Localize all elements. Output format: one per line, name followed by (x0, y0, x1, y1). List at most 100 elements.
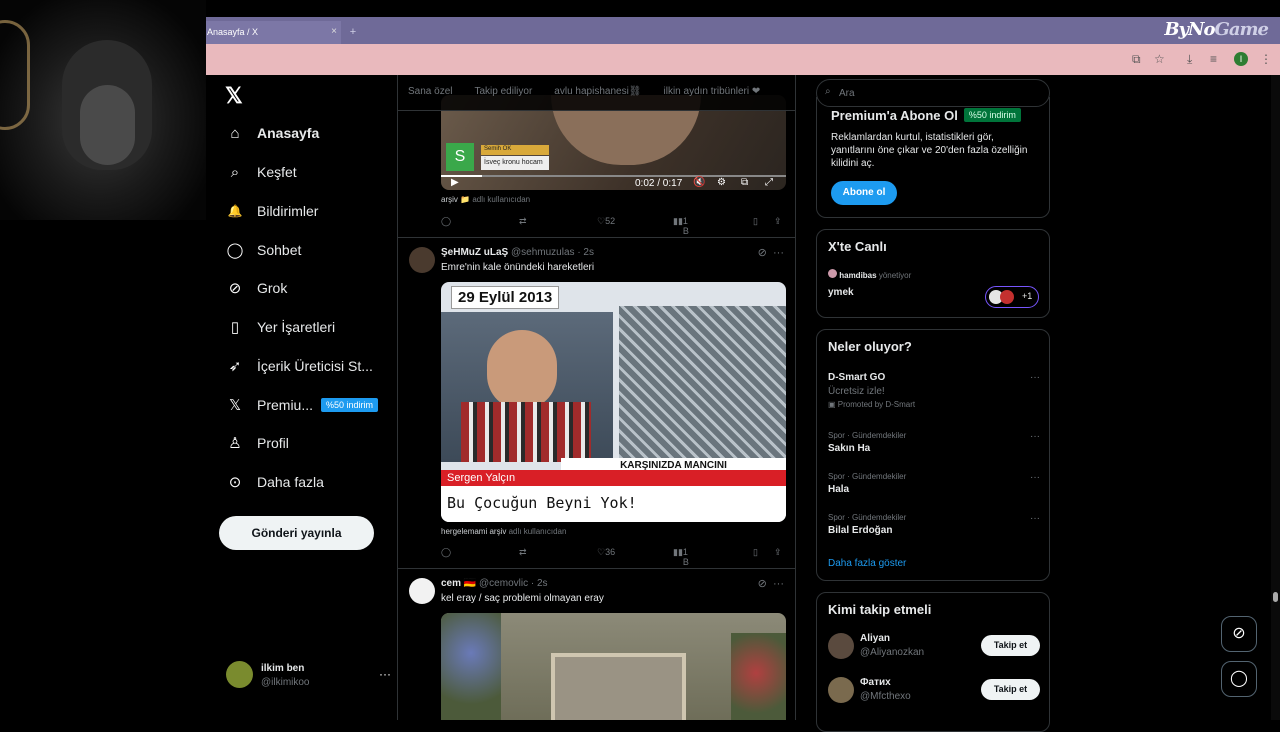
nav-explore[interactable]: ⌕ Keşfet (226, 157, 297, 187)
flowers-right (731, 633, 786, 720)
source-user[interactable]: arşiv 📁 (441, 195, 470, 204)
flowers-left (441, 613, 501, 720)
more-icon[interactable]: ··· (1030, 372, 1040, 383)
more-icon[interactable]: ··· (773, 578, 784, 590)
tab-following[interactable]: Takip ediliyor (474, 86, 532, 110)
like-button[interactable]: ♡ 36 (597, 547, 615, 558)
share-icon[interactable]: ⇪ (774, 547, 782, 558)
more-icon[interactable]: ··· (1030, 472, 1040, 483)
avatar[interactable] (409, 578, 435, 604)
x-logo-icon[interactable]: 𝕏 (225, 83, 243, 109)
tab-list-1[interactable]: avlu hapishanesi⛓ (554, 86, 641, 110)
nav-bookmarks[interactable]: ▯ Yer İşaretleri (226, 312, 335, 342)
grok-fab-icon[interactable]: ⊘ (1221, 616, 1257, 652)
profile-avatar-icon[interactable]: I (1234, 52, 1248, 66)
browser-menu-icon[interactable]: ⋮ (1260, 52, 1272, 66)
bookmark-icon[interactable]: ▯ (753, 547, 758, 558)
nav-label: Premiu... (257, 397, 314, 413)
bookmark-star-icon[interactable]: ☆ (1154, 52, 1165, 66)
post-time[interactable]: · 2s (577, 247, 594, 258)
share-icon[interactable]: ⇪ (774, 216, 782, 227)
source-line: arşiv 📁 adlı kullanıcıdan (441, 195, 530, 204)
source-user[interactable]: hergelemami arşiv (441, 527, 506, 536)
post-button[interactable]: Gönderi yayınla (219, 516, 374, 550)
nav-home[interactable]: ⌂ Anasayfa (226, 118, 319, 148)
premium-description: Reklamlardan kurtul, istatistikleri gör,… (831, 132, 1028, 169)
mute-icon[interactable]: 🔇 (693, 177, 705, 188)
post-image[interactable]: 29 Eylül 2013 KARŞINIZDA MANCINI Sergen … (441, 282, 786, 522)
repost-icon[interactable]: ⇄ (519, 547, 527, 558)
download-icon[interactable]: ⤓ (1187, 52, 1192, 67)
more-icon[interactable]: ··· (379, 667, 391, 681)
account-switcher[interactable]: ilkim ben @ilkimikoo ··· (226, 661, 391, 691)
post-tools: ⊘ ··· (758, 577, 784, 590)
follow-button[interactable]: Takip et (981, 635, 1040, 656)
author-handle[interactable]: @sehmuzulas (511, 247, 575, 258)
nav-more[interactable]: ⊙ Daha fazla (226, 467, 324, 497)
post-image[interactable] (441, 613, 786, 720)
reply-icon[interactable]: ◯ (441, 216, 451, 227)
promoted-text: Promoted by D-Smart (837, 400, 916, 409)
grok-icon[interactable]: ⊘ (758, 247, 767, 259)
author-name[interactable]: ŞeHMuZ uLaŞ (441, 247, 508, 258)
nav-notifications[interactable]: 🔔 Bildirimler (226, 196, 319, 226)
nav-grok[interactable]: ⊘ Grok (226, 273, 288, 303)
subscribe-button[interactable]: Abone ol (831, 181, 897, 205)
overlay-text: İsveç kronu hocam (481, 156, 549, 170)
views-button[interactable]: ▮▮ 1 B (673, 216, 689, 236)
media-control-icon[interactable]: ≡ (1210, 52, 1217, 66)
tab-list-2[interactable]: ilkin aydın tribünleri ❤ (664, 86, 761, 110)
trend-item[interactable]: D-Smart GO Ücretsiz izle! ▣ Promoted by … (828, 372, 1040, 409)
live-host-line[interactable]: hamdibas yönetiyor (828, 269, 911, 280)
tab-for-you[interactable]: Sana özel (408, 86, 452, 110)
install-app-icon[interactable]: ⧉ (1132, 52, 1141, 67)
play-icon[interactable]: ▶ (451, 177, 459, 188)
scrollbar-thumb[interactable] (1273, 592, 1278, 602)
messages-fab-icon[interactable]: ◯ (1221, 661, 1257, 697)
nav-profile[interactable]: ♙ Profil (226, 428, 289, 458)
author-handle[interactable]: @cemovlic (479, 578, 528, 589)
trend-item[interactable]: Spor · Gündemdekiler Bilal Erdoğan ··· (828, 513, 1040, 536)
fullscreen-icon[interactable]: ⤢ (765, 177, 773, 188)
home-icon: ⌂ (230, 124, 240, 142)
reply-icon[interactable]: ◯ (441, 547, 451, 558)
show-more-link[interactable]: Daha fazla göster (828, 558, 906, 569)
timeline-post[interactable]: ŞeHMuZ uLaŞ @sehmuzulas · 2s ⊘ ··· Emre'… (398, 238, 795, 569)
close-tab-icon[interactable]: × (331, 26, 337, 37)
more-icon[interactable]: ··· (773, 247, 784, 259)
author-name[interactable]: cem 🇩🇪 (441, 578, 476, 589)
post-time[interactable]: · 2s (531, 578, 548, 589)
trend-item[interactable]: Spor · Gündemdekiler Hala ··· (828, 472, 1040, 495)
pip-icon[interactable]: ⧉ (741, 177, 748, 188)
page-scrollbar[interactable] (1271, 75, 1280, 720)
studio-panel (441, 312, 613, 462)
premium-title: Premium'a Abone Ol %50 indirim (831, 108, 1021, 123)
follow-button[interactable]: Takip et (981, 679, 1040, 700)
suggestion-name: Фатих (860, 677, 891, 688)
person-icon: ♙ (228, 435, 242, 452)
trend-item[interactable]: Spor · Gündemdekiler Sakın Ha ··· (828, 431, 1040, 454)
bookmark-icon[interactable]: ▯ (753, 216, 758, 227)
discount-badge: %50 indirim (963, 108, 1021, 122)
follow-suggestion[interactable]: Фатих @Mfcthexo Takip et (828, 677, 1040, 707)
views-button[interactable]: ▮▮ 1 B (673, 547, 689, 567)
nav-creator-studio[interactable]: ➶ İçerik Üreticisi St... (226, 351, 373, 381)
trend-sub: Ücretsiz izle! (828, 386, 885, 397)
presenter-shirt (461, 402, 591, 462)
nav-chat[interactable]: ◯ Sohbet (226, 235, 302, 265)
more-icon[interactable]: ··· (1030, 513, 1040, 524)
browser-tab[interactable]: Anasayfa / X × (206, 21, 341, 44)
grok-icon[interactable]: ⊘ (758, 578, 767, 590)
nav-premium[interactable]: 𝕏 Premiu... %50 indirim (226, 390, 379, 420)
more-icon[interactable]: ··· (1030, 431, 1040, 442)
video-progress-bar[interactable] (441, 175, 786, 177)
settings-gear-icon[interactable]: ⚙ (717, 177, 726, 188)
new-tab-icon[interactable]: + (346, 25, 360, 39)
timeline-post[interactable]: cem 🇩🇪 @cemovlic · 2s ⊘ ··· kel eray / s… (398, 569, 795, 720)
avatar[interactable] (409, 247, 435, 273)
live-topic[interactable]: ymek (828, 287, 854, 298)
like-button[interactable]: ♡ 52 (597, 216, 615, 227)
follow-suggestion[interactable]: Aliyan @Aliyanozkan Takip et (828, 633, 1040, 663)
live-listeners[interactable]: +1 (985, 286, 1039, 308)
repost-icon[interactable]: ⇄ (519, 216, 527, 227)
